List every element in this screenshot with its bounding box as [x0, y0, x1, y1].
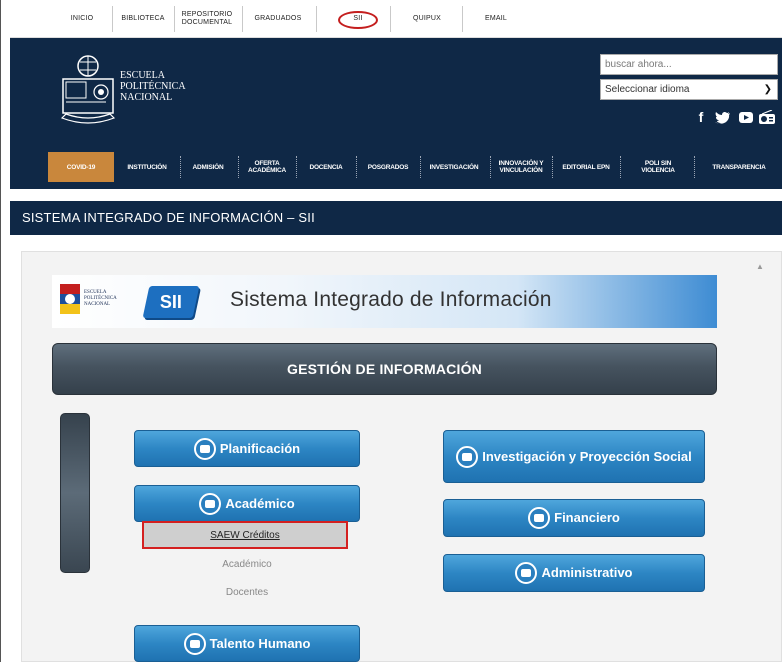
- banner-title: Sistema Integrado de Información: [230, 288, 552, 311]
- folder-icon: [528, 507, 551, 529]
- docentes-sublink[interactable]: Docentes: [187, 587, 307, 598]
- facebook-icon[interactable]: f: [694, 108, 708, 126]
- nav-institucion[interactable]: INSTITUCIÓN: [116, 152, 178, 182]
- search-input[interactable]: buscar ahora...: [600, 54, 778, 75]
- top-link-email[interactable]: EMAIL: [464, 0, 528, 38]
- nav-poli-sin-violencia[interactable]: POLI SIN VIOLENCIA: [636, 152, 680, 182]
- nav-posgrados[interactable]: POSGRADOS: [360, 152, 416, 182]
- logo-text: ESCUELA POLITÉCNICA NACIONAL: [120, 70, 186, 103]
- divider: [296, 156, 297, 178]
- investigacion-button[interactable]: Investigación y Proyección Social: [443, 430, 705, 483]
- divider: [242, 6, 243, 32]
- divider: [174, 6, 175, 32]
- financiero-button[interactable]: Financiero: [443, 499, 705, 537]
- page-title: SISTEMA INTEGRADO DE INFORMACIÓN – SII: [10, 201, 782, 235]
- nav-admision[interactable]: ADMISIÓN: [182, 152, 234, 182]
- epn-logo[interactable]: [58, 52, 118, 127]
- nav-covid[interactable]: COVID-19: [48, 152, 114, 182]
- top-link-graduados[interactable]: GRADUADOS: [244, 0, 312, 38]
- administrativo-button[interactable]: Administrativo: [443, 554, 705, 592]
- nav-transparencia[interactable]: TRANSPARENCIA: [698, 152, 780, 182]
- scroll-up-icon[interactable]: ▲: [756, 262, 764, 271]
- divider: [552, 156, 553, 178]
- top-link-quipux[interactable]: QUIPUX: [392, 0, 462, 38]
- main-nav: COVID-19 INSTITUCIÓN ADMISIÓN OFERTA ACA…: [10, 152, 782, 182]
- language-select-label: Seleccionar idioma: [605, 84, 690, 95]
- divider: [238, 156, 239, 178]
- divider: [112, 6, 113, 32]
- divider: [180, 156, 181, 178]
- top-link-biblioteca[interactable]: BIBLIOTECA: [114, 0, 172, 38]
- book-icon: [199, 492, 222, 515]
- top-link-repositorio[interactable]: REPOSITORIO DOCUMENTAL: [176, 0, 238, 38]
- academico-button[interactable]: Académico: [134, 485, 360, 522]
- talento-humano-button[interactable]: Talento Humano: [134, 625, 360, 662]
- nav-oferta-academica[interactable]: OFERTA ACADÉMICA: [242, 152, 292, 182]
- top-link-inicio[interactable]: INICIO: [54, 0, 110, 38]
- divider: [694, 156, 695, 178]
- sii-highlight-circle: [338, 11, 378, 29]
- nav-editorial[interactable]: EDITORIAL EPN: [556, 152, 616, 182]
- divider: [316, 6, 317, 32]
- side-panel: [60, 413, 90, 573]
- divider: [462, 6, 463, 32]
- nav-investigacion[interactable]: INVESTIGACIÓN: [422, 152, 486, 182]
- network-icon: [456, 445, 479, 468]
- divider: [356, 156, 357, 178]
- sii-badge: SII: [142, 286, 200, 318]
- nav-docencia[interactable]: DOCENCIA: [300, 152, 352, 182]
- planificacion-icon: [193, 437, 216, 460]
- divider: [490, 156, 491, 178]
- epn-small-logo: ESCUELA POLITÉCNICA NACIONAL: [58, 282, 138, 322]
- twitter-icon[interactable]: [714, 108, 732, 126]
- saew-creditos-link[interactable]: SAEW Créditos: [142, 521, 348, 549]
- folder-icon: [515, 562, 538, 584]
- divider: [390, 6, 391, 32]
- language-select[interactable]: Seleccionar idioma ❯: [600, 79, 778, 100]
- divider: [420, 156, 421, 178]
- divider: [620, 156, 621, 178]
- nav-innovacion[interactable]: INNOVACIÓN Y VINCULACIÓN: [494, 152, 548, 182]
- planificacion-button[interactable]: Planificación: [134, 430, 360, 467]
- chevron-down-icon: ❯: [763, 84, 772, 95]
- radio-icon[interactable]: [758, 108, 776, 126]
- people-icon: [183, 632, 206, 655]
- gestion-header: GESTIÓN DE INFORMACIÓN: [52, 343, 717, 395]
- youtube-icon[interactable]: [738, 108, 754, 126]
- top-links-bar: INICIO BIBLIOTECA REPOSITORIO DOCUMENTAL…: [10, 0, 782, 38]
- academico-sublink[interactable]: Académico: [187, 559, 307, 570]
